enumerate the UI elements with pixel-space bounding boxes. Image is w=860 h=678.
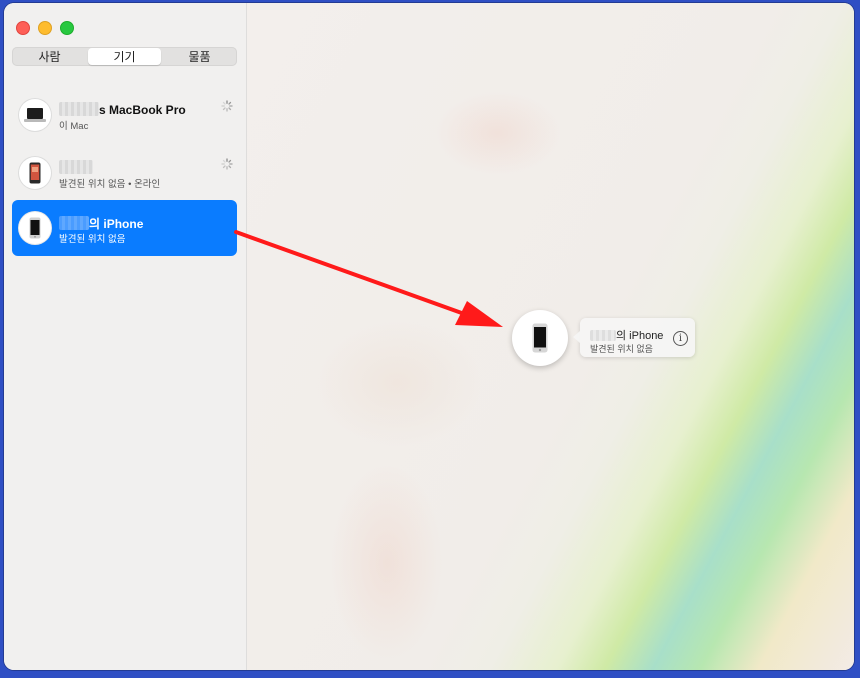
device-callout[interactable]: 의 iPhone 발견된 위치 없음 i bbox=[573, 318, 695, 357]
find-my-window: 사람 기기 물품 s MacBook Pro 이 Mac 발견된 위치 없음 •… bbox=[4, 3, 854, 670]
iphone-icon bbox=[19, 212, 51, 244]
loading-spinner-icon bbox=[221, 100, 233, 112]
map-view[interactable]: 의 iPhone 발견된 위치 없음 i bbox=[247, 3, 854, 670]
device-status: 이 Mac bbox=[59, 121, 89, 132]
tab-devices[interactable]: 기기 bbox=[88, 48, 161, 65]
device-location-pin[interactable] bbox=[512, 310, 568, 366]
zoom-button[interactable] bbox=[60, 21, 74, 35]
device-name: 의 iPhone bbox=[59, 215, 143, 232]
phone-icon bbox=[19, 157, 51, 189]
device-row-iphone[interactable]: 의 iPhone 발견된 위치 없음 bbox=[12, 200, 237, 256]
info-icon[interactable]: i bbox=[673, 331, 688, 346]
redacted-name bbox=[59, 102, 99, 116]
iphone-icon bbox=[532, 323, 548, 353]
close-button[interactable] bbox=[16, 21, 30, 35]
redacted-name bbox=[59, 160, 93, 174]
redacted-name bbox=[59, 216, 89, 230]
callout-device-name: 의 iPhone bbox=[590, 327, 663, 343]
tab-people[interactable]: 사람 bbox=[13, 48, 86, 65]
minimize-button[interactable] bbox=[38, 21, 52, 35]
device-name bbox=[59, 160, 93, 175]
device-row-macbook[interactable]: s MacBook Pro 이 Mac bbox=[12, 87, 237, 143]
tab-bar: 사람 기기 물품 bbox=[12, 47, 237, 66]
device-name: s MacBook Pro bbox=[59, 102, 186, 117]
redacted-name bbox=[590, 330, 616, 341]
laptop-icon bbox=[19, 99, 51, 131]
loading-spinner-icon bbox=[221, 158, 233, 170]
device-status: 발견된 위치 없음 bbox=[59, 234, 126, 245]
device-row-phone[interactable]: 발견된 위치 없음 • 온라인 bbox=[12, 145, 237, 201]
callout-status: 발견된 위치 없음 bbox=[590, 344, 653, 354]
window-controls bbox=[16, 21, 74, 35]
device-status: 발견된 위치 없음 • 온라인 bbox=[59, 179, 161, 190]
sidebar: 사람 기기 물품 s MacBook Pro 이 Mac 발견된 위치 없음 •… bbox=[4, 3, 247, 670]
tab-items[interactable]: 물품 bbox=[163, 48, 236, 65]
